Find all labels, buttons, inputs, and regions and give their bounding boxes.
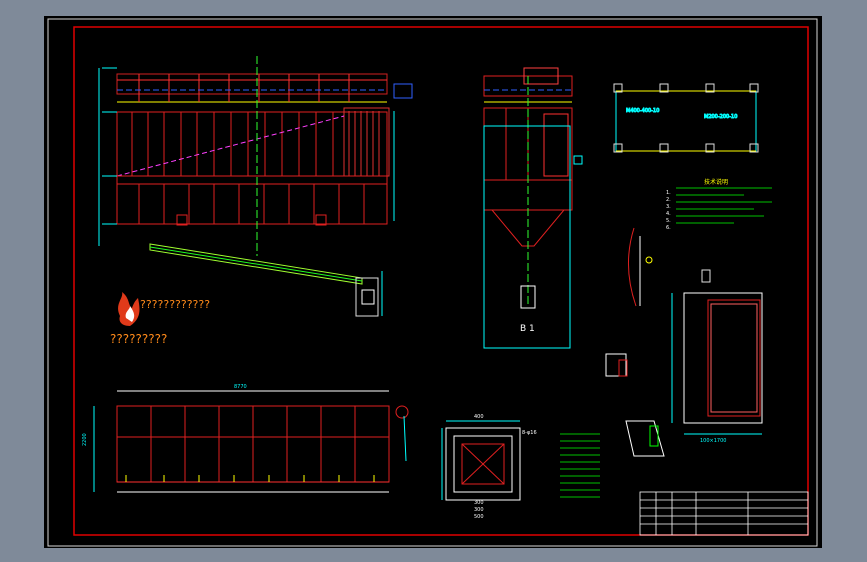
plan-view: M400-400-10 M200-200-10 (613, 83, 759, 153)
note-line: 5. (666, 218, 671, 224)
drawing-sheet: ???????????? ????????? B 1 M400-400-10 M… (44, 16, 822, 548)
view-label-b1: B 1 (520, 324, 535, 334)
cad-drawing: ???????????? ????????? B 1 M400-400-10 M… (47, 18, 818, 547)
overall-height: 2200 (82, 433, 88, 446)
inner-frame (73, 26, 809, 536)
spec-list (560, 433, 600, 498)
inlet-bottom-1: 300 (474, 500, 484, 506)
note-line: 1. (666, 190, 671, 196)
inlet-flange-detail: 400 8-φ16 300 300 500 (441, 414, 537, 520)
top-view: 8770 2200 (82, 384, 409, 493)
title-block (639, 491, 809, 536)
company-logo: ???????????? ????????? (110, 292, 210, 346)
inlet-bottom-3: 500 (474, 514, 484, 520)
cad-viewport[interactable]: ???????????? ????????? B 1 M400-400-10 M… (0, 0, 867, 562)
flange-holes: 8-φ16 (522, 430, 537, 436)
hole-plan-right: M200-200-10 (704, 114, 737, 120)
logo-text-top: ???????????? (140, 298, 210, 311)
hole-plan-left: M400-400-10 (626, 108, 659, 114)
section-details (605, 227, 665, 457)
technical-notes: 技术说明 1. 2. 3. 4. 5. 6. (666, 178, 772, 231)
side-elevation: B 1 (483, 67, 583, 349)
front-elevation (98, 56, 413, 317)
note-line: 6. (666, 225, 671, 231)
opening-detail: 100×1700 (671, 269, 763, 444)
inlet-bottom-2: 300 (474, 507, 484, 513)
note-line: 3. (666, 204, 671, 210)
opening-width: 100×1700 (700, 438, 726, 444)
logo-text-bottom: ????????? (110, 332, 167, 346)
overall-length: 8770 (234, 384, 247, 390)
note-line: 4. (666, 211, 671, 217)
inlet-width: 400 (474, 414, 484, 420)
note-line: 2. (666, 197, 671, 203)
notes-title: 技术说明 (704, 178, 728, 186)
